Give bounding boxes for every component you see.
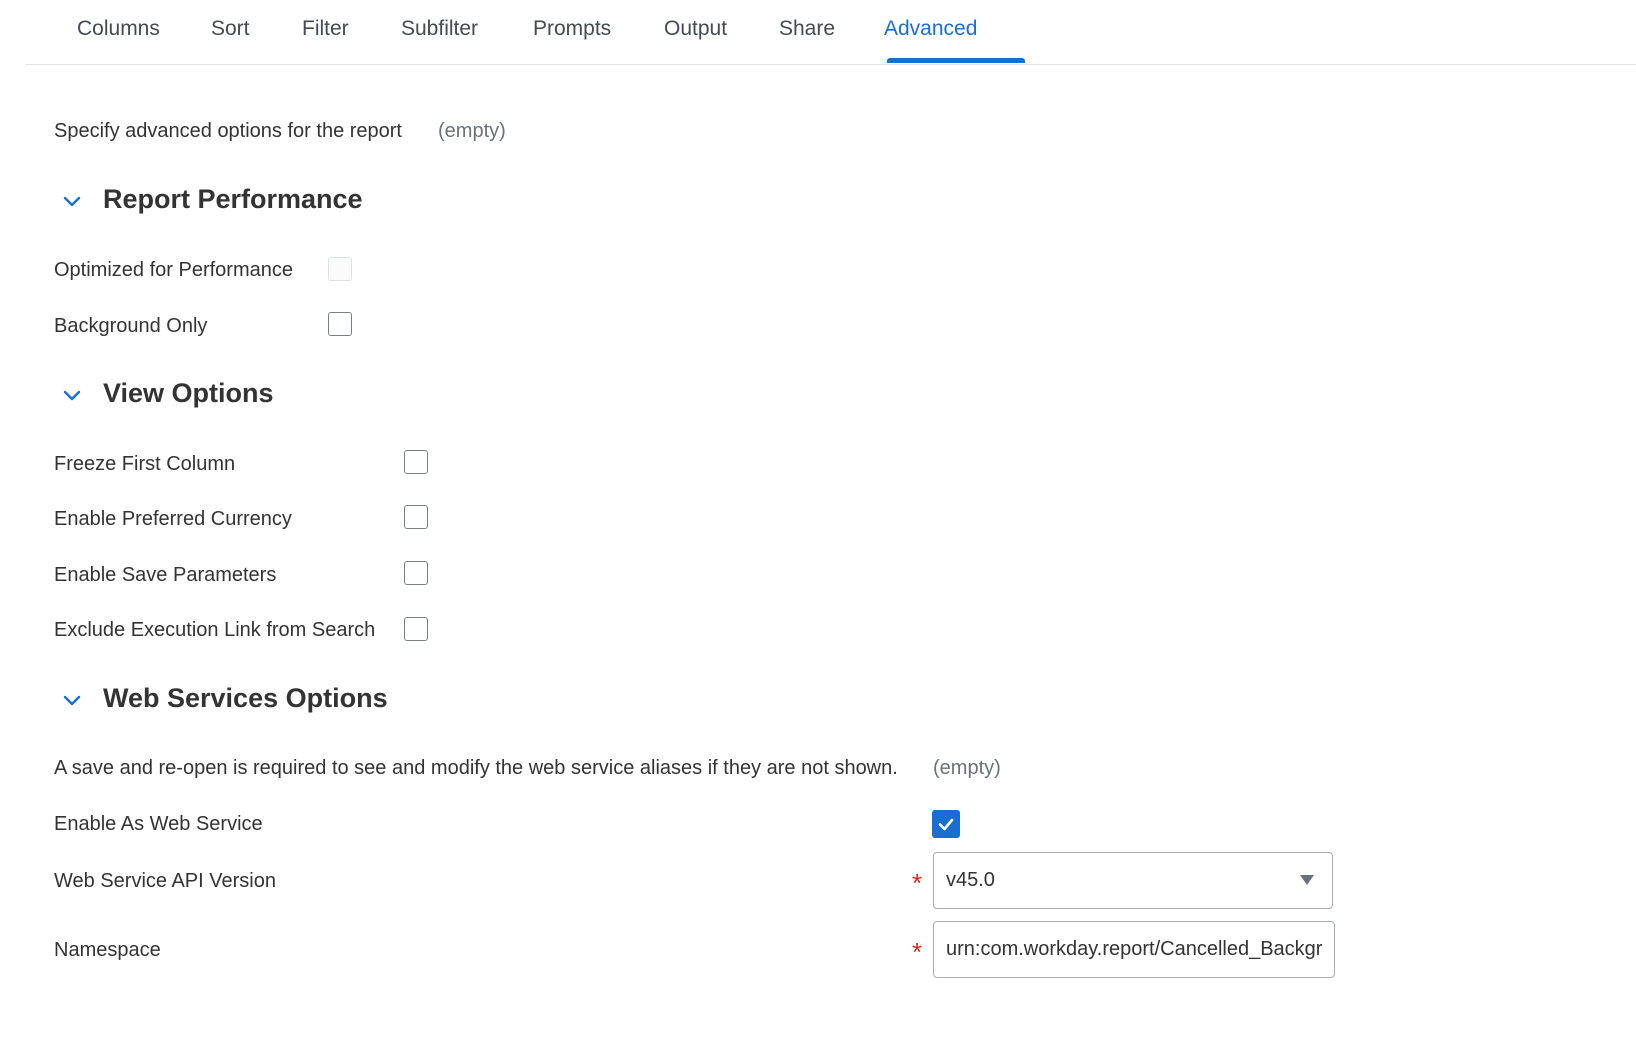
enable-web-service-label: Enable As Web Service [54, 813, 263, 835]
namespace-label: Namespace [54, 939, 161, 961]
tab-columns[interactable]: Columns [77, 0, 160, 62]
section-title-web-services: Web Services Options [103, 683, 388, 713]
save-params-label: Enable Save Parameters [54, 564, 277, 586]
tab-bar: Columns Sort Filter Subfilter Prompts Ou… [25, 0, 1636, 65]
optimized-checkbox [328, 257, 352, 281]
section-title-report-performance: Report Performance [103, 184, 363, 214]
exclude-link-label: Exclude Execution Link from Search [54, 619, 376, 641]
tab-share[interactable]: Share [779, 0, 835, 62]
dropdown-caret-icon [1300, 875, 1314, 885]
currency-checkbox[interactable] [404, 505, 428, 529]
active-tab-indicator [887, 58, 1025, 63]
section-title-view-options: View Options [103, 378, 274, 408]
intro-value: (empty) [438, 120, 506, 142]
save-params-checkbox[interactable] [404, 561, 428, 585]
freeze-checkbox[interactable] [404, 450, 428, 474]
api-version-select[interactable]: v45.0 [933, 852, 1333, 909]
background-label: Background Only [54, 315, 208, 337]
chevron-down-icon[interactable] [60, 688, 84, 712]
tab-sort[interactable]: Sort [211, 0, 250, 62]
namespace-input[interactable]: urn:com.workday.report/Cancelled_Backgr [933, 921, 1335, 978]
required-marker: * [912, 937, 923, 967]
intro-label: Specify advanced options for the report [54, 120, 402, 142]
chevron-down-icon[interactable] [60, 189, 84, 213]
tab-filter[interactable]: Filter [302, 0, 349, 62]
currency-label: Enable Preferred Currency [54, 508, 292, 530]
enable-web-service-checkbox[interactable] [932, 810, 960, 838]
tab-output[interactable]: Output [664, 0, 727, 62]
web-service-note-value: (empty) [933, 757, 1001, 779]
freeze-label: Freeze First Column [54, 453, 236, 475]
checkmark-icon [938, 818, 954, 831]
background-checkbox[interactable] [328, 312, 352, 336]
tab-advanced[interactable]: Advanced [884, 0, 977, 62]
required-marker: * [912, 868, 923, 898]
tab-subfilter[interactable]: Subfilter [401, 0, 478, 62]
api-version-value: v45.0 [946, 869, 995, 891]
namespace-value: urn:com.workday.report/Cancelled_Backgr [946, 938, 1323, 960]
web-service-note: A save and re-open is required to see an… [54, 757, 898, 779]
optimized-label: Optimized for Performance [54, 259, 293, 281]
api-version-label: Web Service API Version [54, 870, 276, 892]
exclude-link-checkbox[interactable] [404, 617, 428, 641]
chevron-down-icon[interactable] [60, 383, 84, 407]
tab-prompts[interactable]: Prompts [533, 0, 611, 62]
